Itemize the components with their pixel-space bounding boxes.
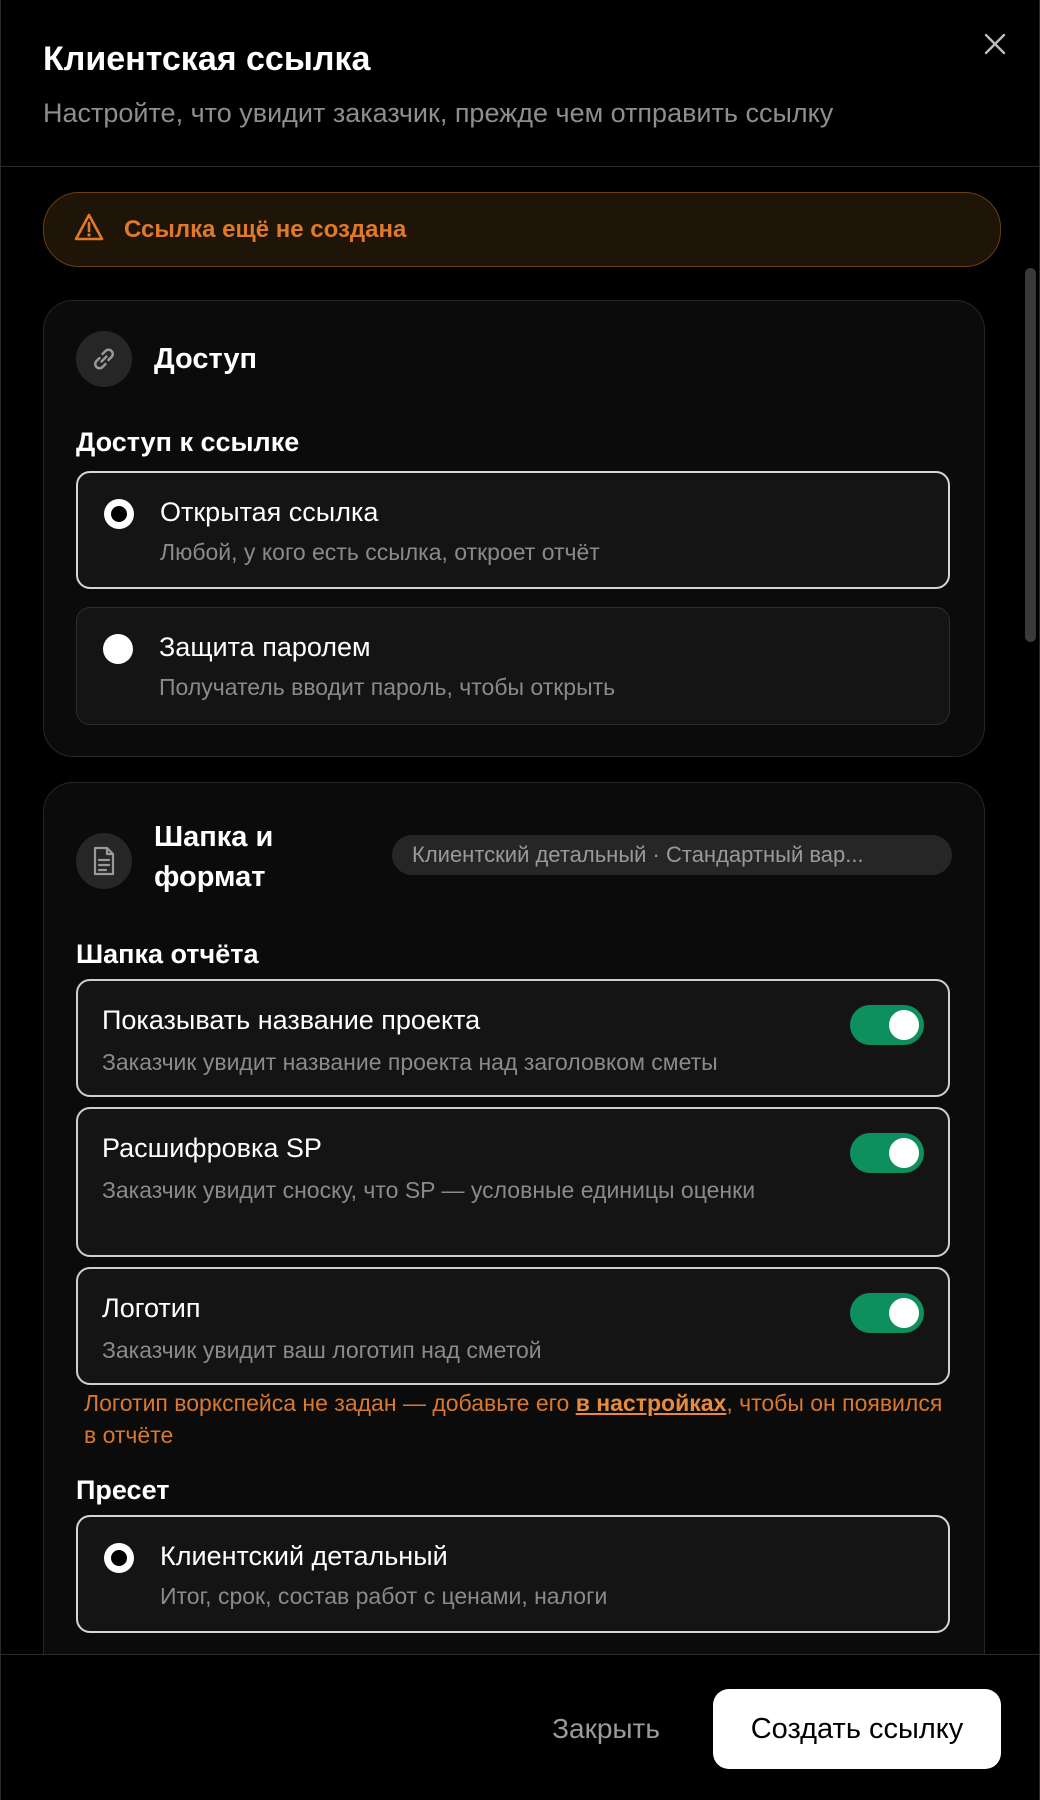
format-title: Шапка и формат (154, 817, 273, 897)
radio-password[interactable] (103, 634, 133, 664)
radio-open-link[interactable] (104, 499, 134, 529)
close-button[interactable]: Закрыть (521, 1699, 691, 1759)
link-not-created-alert: Ссылка ещё не создана (43, 192, 1001, 267)
warning-text: Ссылка ещё не создана (124, 215, 407, 243)
scrollbar[interactable] (1025, 268, 1036, 642)
project-name-toggle[interactable] (850, 1005, 924, 1045)
access-section-label: Доступ к ссылке (76, 427, 300, 457)
option-description: Любой, у кого есть ссылка, откроет отчёт (160, 539, 600, 565)
dialog-footer: Закрыть Создать ссылку (1, 1654, 1039, 1800)
option-password[interactable]: Защита паролем Получатель вводит пароль,… (76, 607, 950, 725)
toggle-title: Логотип (102, 1293, 201, 1323)
toggle-description: Заказчик увидит сноску, что SP — условны… (102, 1177, 756, 1203)
logo-missing-warning: Логотип воркспейса не задан — добавьте е… (84, 1387, 944, 1451)
radio-preset-client-detailed[interactable] (104, 1543, 134, 1573)
toggle-row-project-name: Показывать название проекта Заказчик уви… (76, 979, 950, 1097)
preset-option-client-detailed[interactable]: Клиентский детальный Итог, срок, состав … (76, 1515, 950, 1633)
toggle-description: Заказчик увидит ваш логотип над сметой (102, 1337, 542, 1363)
sp-explanation-toggle[interactable] (850, 1133, 924, 1173)
client-link-dialog: Клиентская ссылка Настройте, что увидит … (0, 0, 1040, 1800)
format-title-line2: формат (154, 861, 266, 893)
settings-link[interactable]: в настройках (576, 1390, 727, 1416)
logo-toggle[interactable] (850, 1293, 924, 1333)
preset-label: Пресет (76, 1475, 170, 1505)
toggle-description: Заказчик увидит название проекта над заг… (102, 1049, 718, 1075)
toggle-row-sp-explanation: Расшифровка SP Заказчик увидит сноску, ч… (76, 1107, 950, 1257)
access-title: Доступ (154, 343, 258, 375)
document-icon (76, 833, 132, 889)
dialog-header: Клиентская ссылка Настройте, что увидит … (1, 0, 1039, 167)
option-title: Клиентский детальный (160, 1541, 448, 1571)
logo-warning-text: Логотип воркспейса не задан — добавьте е… (84, 1390, 576, 1416)
option-title: Защита паролем (159, 632, 371, 662)
toggle-title: Расшифровка SP (102, 1133, 322, 1163)
close-icon[interactable] (975, 24, 1015, 64)
option-open-link[interactable]: Открытая ссылка Любой, у кого есть ссылк… (76, 471, 950, 589)
toggle-title: Показывать название проекта (102, 1005, 481, 1035)
dialog-subtitle: Настройте, что увидит заказчик, прежде ч… (43, 98, 834, 128)
format-title-line1: Шапка и (154, 821, 274, 853)
option-title: Открытая ссылка (160, 497, 379, 527)
create-link-button[interactable]: Создать ссылку (713, 1689, 1001, 1769)
warning-icon (74, 213, 104, 246)
toggle-row-logo: Логотип Заказчик увидит ваш логотип над … (76, 1267, 950, 1385)
format-summary-badge: Клиентский детальный · Стандартный вар..… (392, 835, 952, 875)
dialog-title: Клиентская ссылка (43, 40, 371, 78)
format-card: Шапка и формат Клиентский детальный · Ст… (43, 782, 985, 1654)
option-description: Итог, срок, состав работ с ценами, налог… (160, 1583, 608, 1609)
option-description: Получатель вводит пароль, чтобы открыть (159, 674, 616, 700)
link-icon (76, 331, 132, 387)
dialog-content[interactable]: Ссылка ещё не создана Доступ Доступ к сс… (1, 168, 1039, 1654)
report-header-label: Шапка отчёта (76, 939, 259, 969)
access-card: Доступ Доступ к ссылке Открытая ссылка Л… (43, 300, 985, 757)
